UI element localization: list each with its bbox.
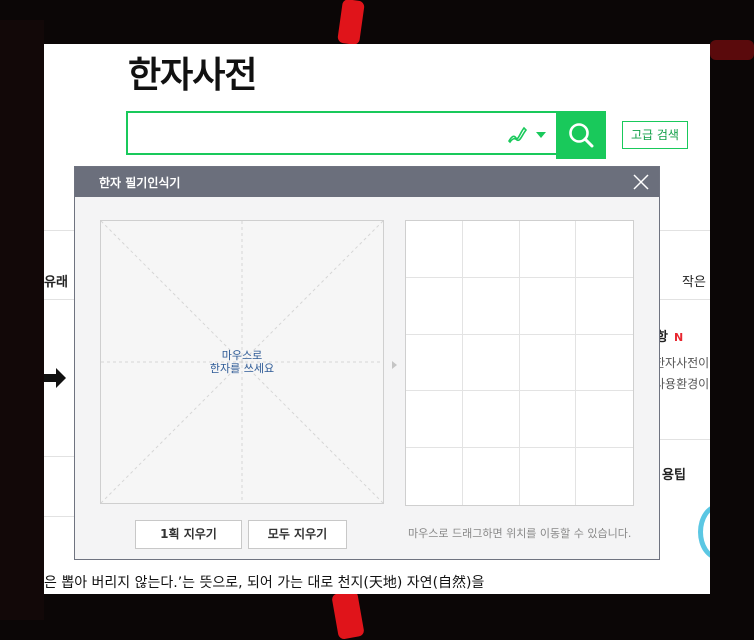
new-badge: N [673,331,684,344]
candidate-grid [405,220,634,506]
background-shadow [0,20,44,620]
dialog-header[interactable]: 한자 필기인식기 [75,167,659,197]
candidate-cell[interactable] [406,448,463,505]
chevron-down-icon[interactable] [536,132,546,138]
notice-line[interactable]: 사용환경이 [654,375,709,392]
candidate-cell[interactable] [576,448,633,505]
candidate-cell[interactable] [406,277,463,335]
font-size-small[interactable]: 작은 [682,271,706,290]
search-button[interactable] [556,111,606,159]
pad-hint: 마우스로 한자를 쓰세요 [209,349,275,375]
candidate-cell[interactable] [462,221,520,278]
chevron-right-icon [392,361,397,369]
candidate-cell[interactable] [462,277,520,335]
candidate-cell[interactable] [519,221,577,278]
handwriting-pad[interactable]: 마우스로 한자를 쓰세요 [100,220,384,504]
page-title: 한자사전 [128,55,257,96]
divider [44,516,74,517]
undo-stroke-button[interactable]: 1획 지우기 [135,520,242,549]
candidate-cell[interactable] [406,334,463,392]
candidate-cell[interactable] [463,448,520,505]
background-streak-top [337,0,365,46]
candidate-cell[interactable] [462,334,520,392]
notice-title: 항N [656,330,684,345]
candidate-cell[interactable] [576,278,633,335]
tips-title: 용팁 [662,468,686,483]
background-streak-bottom [331,590,365,640]
handwriting-recognizer-dialog[interactable]: 한자 필기인식기 마우스로 한자를 쓰세요 1획 지우기 모두 지우기 마우스로… [74,166,660,560]
arrow-right-icon [44,368,66,388]
candidate-cell[interactable] [519,391,577,449]
candidate-cell[interactable] [519,334,577,392]
advanced-search-button[interactable]: 고급 검색 [622,121,688,149]
background-streak-right [710,40,754,60]
notice-line[interactable]: 한자사전이 [654,354,709,371]
candidate-cell[interactable] [406,391,463,449]
candidate-cell[interactable] [462,391,520,449]
handwriting-input-icon[interactable] [506,122,530,146]
close-icon[interactable] [633,174,649,190]
candidate-cell[interactable] [520,448,577,505]
dialog-title: 한자 필기인식기 [99,176,181,190]
search-input[interactable] [126,111,604,155]
candidate-cell[interactable] [406,221,463,278]
decorative-circle [698,504,710,560]
divider [44,456,74,457]
clear-all-button[interactable]: 모두 지우기 [248,520,347,549]
candidate-cell[interactable] [576,391,633,449]
candidate-cell[interactable] [576,335,633,392]
drag-hint: 마우스로 드래그하면 위치를 이동할 수 있습니다. [408,527,632,540]
search-icon [569,123,594,148]
definition-text: 은 뽑아 버리지 않는다.’는 뜻으로, 되어 가는 대로 천지(天地) 자연(… [44,575,485,591]
candidate-cell[interactable] [519,277,577,335]
tab-origin[interactable]: 유래 [44,271,68,290]
candidate-cell[interactable] [576,221,633,278]
